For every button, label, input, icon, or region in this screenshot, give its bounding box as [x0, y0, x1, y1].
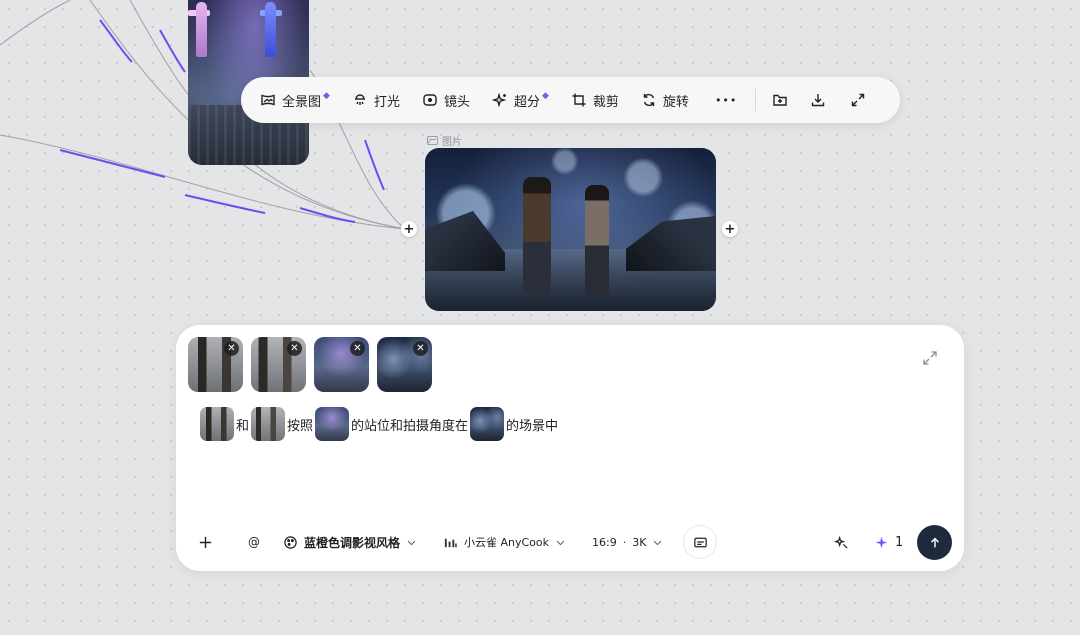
toolbar-light-button[interactable]: 打光 — [352, 85, 400, 115]
node-output-handle[interactable]: + — [722, 221, 738, 237]
prompt-text[interactable]: 和 按照 的站位和拍摄角度在 的场景中 — [198, 407, 558, 441]
prompt-image-chip — [251, 407, 286, 441]
wire-highlight — [59, 149, 166, 178]
arrow-up-icon — [930, 537, 939, 547]
person — [585, 185, 609, 295]
prompt-image-chip — [200, 407, 234, 441]
reference-thumbnail[interactable]: ✕ — [377, 337, 432, 392]
prompt-controls: @ 蓝橙色调影视风格 小云雀 AnyCook 16:9 · 3K 1 — [176, 525, 964, 560]
style-selector[interactable]: 蓝橙色调影视风格 — [283, 525, 417, 559]
expand-panel-icon[interactable] — [921, 349, 939, 367]
model-selector[interactable]: 小云雀 AnyCook — [443, 525, 566, 559]
plus-icon — [199, 536, 212, 548]
folder-add-icon — [773, 94, 788, 106]
toolbar-panorama-button[interactable]: 全景图 ◆ — [260, 85, 330, 115]
subtitle-toggle[interactable] — [683, 525, 717, 559]
mention-button[interactable]: @ — [248, 525, 260, 559]
remove-thumbnail-icon[interactable]: ✕ — [287, 341, 302, 356]
chevron-down-icon — [556, 540, 565, 545]
chevron-down-icon — [654, 540, 662, 545]
premium-gem-icon: ◆ — [323, 91, 330, 101]
ratio-resolution-selector[interactable]: 16:9 · 3K — [592, 525, 663, 559]
magic-wand-icon — [834, 535, 848, 549]
toolbar-fullscreen-button[interactable] — [850, 85, 866, 115]
add-attachment-button[interactable] — [198, 525, 213, 559]
scene-rubble — [626, 216, 716, 271]
reference-thumbnail[interactable]: ✕ — [251, 337, 306, 392]
remove-thumbnail-icon[interactable]: ✕ — [350, 341, 365, 356]
toolbar-lens-label: 镜头 — [443, 94, 470, 110]
node-label-text: 图片 — [442, 137, 462, 148]
subtitle-toggle-button[interactable] — [683, 525, 717, 559]
prompt-word: 和 — [236, 418, 250, 434]
canvas-image-node-result[interactable] — [425, 148, 716, 311]
toolbar-lens-button[interactable]: 镜头 — [422, 85, 470, 115]
prompt-word: 按照 — [287, 418, 314, 434]
chevron-down-icon — [407, 540, 416, 545]
expand-icon — [852, 93, 865, 107]
panorama-icon — [261, 94, 275, 106]
premium-gem-icon: ◆ — [541, 91, 549, 101]
wire-highlight — [184, 194, 266, 214]
model-selector-label: 小云雀 AnyCook — [464, 536, 550, 549]
image-icon — [427, 136, 438, 145]
wire-highlight — [159, 29, 186, 73]
prompt-image-chip — [315, 407, 350, 441]
person — [523, 177, 551, 295]
separator-dot: · — [622, 535, 627, 549]
scene-rubble — [425, 211, 505, 271]
download-icon — [812, 94, 825, 107]
toolbar-rotate-button[interactable]: 旋转 — [641, 85, 689, 115]
resolution-value: 3K — [632, 535, 647, 549]
toolbar-more-button[interactable]: ••• — [715, 85, 737, 115]
toolbar-save-to-folder-button[interactable] — [772, 85, 788, 115]
wire-highlight — [299, 207, 356, 223]
prompt-word: 的站位和拍摄角度在 — [351, 418, 469, 434]
reference-thumbnail[interactable]: ✕ — [314, 337, 369, 392]
toolbar-superres-label: 超分 — [513, 94, 540, 110]
toolbar-crop-label: 裁剪 — [592, 94, 619, 110]
credit-cost: 1 — [874, 525, 903, 559]
toolbar-download-button[interactable] — [810, 85, 826, 115]
aspect-ratio-value: 16:9 — [592, 535, 617, 549]
model-bars-icon — [444, 538, 457, 547]
toolbar-rotate-label: 旋转 — [662, 94, 689, 110]
sparkle-icon — [491, 92, 507, 108]
crop-icon — [572, 93, 586, 107]
toolbar-superres-button[interactable]: 超分 ◆ — [491, 85, 549, 115]
toolbar-divider — [755, 89, 757, 111]
prompt-image-chip — [470, 407, 505, 441]
rotate-icon — [643, 93, 655, 107]
remove-thumbnail-icon[interactable]: ✕ — [413, 341, 428, 356]
credit-count: 1 — [895, 534, 904, 550]
caption-icon — [693, 537, 707, 547]
wire-highlight — [99, 19, 133, 63]
palette-icon — [284, 535, 297, 549]
sparkle-icon — [875, 536, 888, 548]
prompt-panel: ✕ ✕ ✕ ✕ 和 按照 的站位和拍摄角度在 的场景中 @ 蓝橙色调影视风格 小… — [176, 325, 964, 571]
send-button[interactable] — [917, 525, 952, 560]
wire — [0, 0, 72, 46]
remove-thumbnail-icon[interactable]: ✕ — [224, 341, 239, 356]
style-selector-label: 蓝橙色调影视风格 — [304, 535, 401, 550]
image-toolbar: 全景图 ◆ 打光 镜头 超分 ◆ 裁剪 旋转 ••• — [241, 77, 900, 123]
wire-highlight — [364, 139, 385, 191]
figure — [196, 2, 207, 57]
figure — [265, 2, 276, 57]
toolbar-crop-button[interactable]: 裁剪 — [571, 85, 619, 115]
toolbar-panorama-label: 全景图 — [282, 94, 322, 110]
prompt-word: 的场景中 — [506, 418, 559, 434]
reference-thumbnail[interactable]: ✕ — [188, 337, 243, 392]
lens-icon — [423, 94, 437, 106]
toolbar-light-label: 打光 — [373, 94, 400, 110]
node-label: 图片 — [427, 133, 462, 148]
magic-enhance-button[interactable] — [834, 525, 849, 559]
light-icon — [354, 94, 365, 105]
node-input-handle[interactable]: + — [401, 221, 417, 237]
